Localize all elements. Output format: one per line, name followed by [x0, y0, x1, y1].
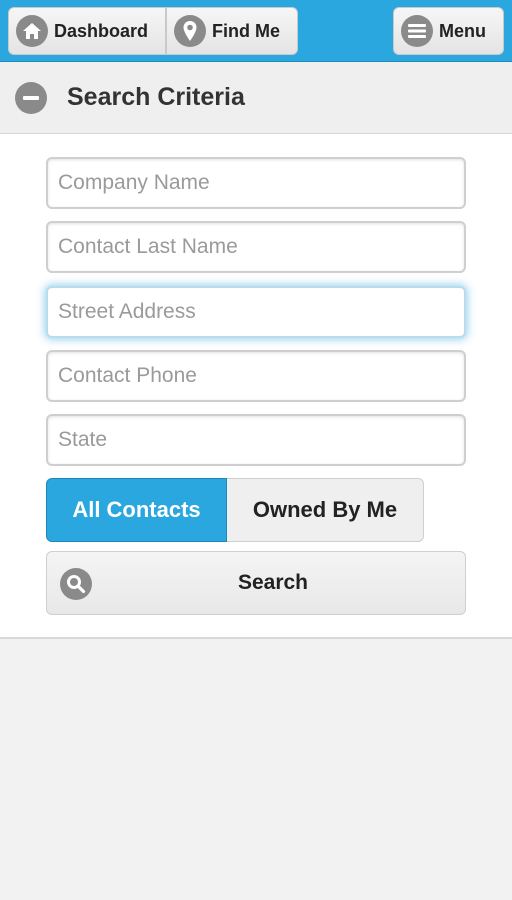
- top-toolbar: Dashboard Find Me Menu: [0, 0, 512, 62]
- owned-by-me-toggle[interactable]: Owned By Me: [227, 478, 424, 542]
- dashboard-button[interactable]: Dashboard: [8, 7, 166, 55]
- street-address-input[interactable]: [46, 286, 466, 338]
- collapse-minus-icon[interactable]: [15, 81, 47, 114]
- state-input[interactable]: [46, 414, 466, 466]
- contact-last-name-input[interactable]: [46, 221, 466, 273]
- menu-icon: [401, 15, 433, 47]
- section-title: Search Criteria: [67, 83, 245, 111]
- search-criteria-header[interactable]: Search Criteria: [0, 62, 512, 134]
- search-label: Search: [237, 571, 309, 594]
- search-form: All Contacts Owned By Me Search: [0, 134, 512, 639]
- contact-phone-input[interactable]: [46, 350, 466, 402]
- menu-label: Menu: [439, 20, 486, 41]
- home-icon: [16, 15, 48, 47]
- all-contacts-toggle[interactable]: All Contacts: [46, 478, 227, 542]
- dashboard-label: Dashboard: [54, 20, 149, 41]
- company-name-input[interactable]: [46, 157, 466, 209]
- search-button[interactable]: Search: [46, 551, 466, 615]
- map-pin-icon: [174, 15, 206, 47]
- menu-button[interactable]: Menu: [393, 7, 504, 55]
- find-me-button[interactable]: Find Me: [166, 7, 298, 55]
- find-me-label: Find Me: [212, 20, 280, 41]
